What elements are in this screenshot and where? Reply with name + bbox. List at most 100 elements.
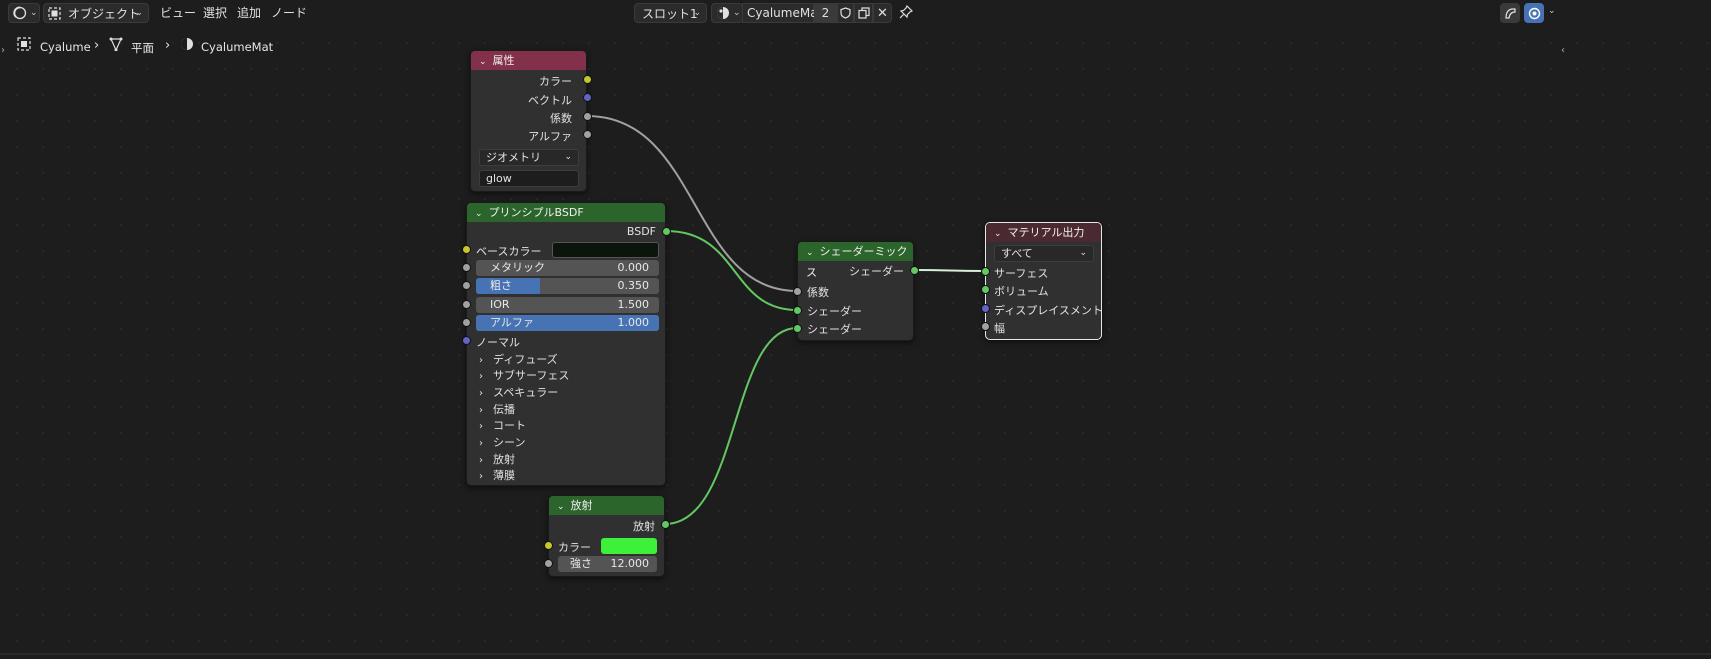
chevron-right-icon: › bbox=[479, 455, 483, 466]
slider-label: メタリック bbox=[490, 261, 545, 274]
strength-field[interactable]: 強さ 12.000 bbox=[558, 556, 657, 572]
chevron-right-icon: › bbox=[479, 371, 483, 382]
chevron-down-icon: ⌄ bbox=[564, 152, 572, 162]
chevron-down-icon[interactable]: ⌄ bbox=[475, 205, 483, 224]
socket-alpha-input[interactable] bbox=[462, 318, 471, 327]
link-emission bbox=[664, 327, 798, 525]
socket-displacement-input[interactable] bbox=[981, 304, 990, 313]
chevron-down-icon[interactable]: ⌄ bbox=[479, 53, 487, 72]
horizontal-scrollbar[interactable] bbox=[0, 653, 1711, 655]
panel-label: 伝播 bbox=[493, 403, 515, 416]
panel-emission[interactable]: › 放射 bbox=[479, 451, 515, 467]
panel-label: 放射 bbox=[493, 453, 515, 466]
panel-label: コート bbox=[493, 419, 526, 432]
socket-thickness-input[interactable] bbox=[981, 322, 990, 331]
chevron-down-icon: ⌄ bbox=[1079, 248, 1087, 258]
emission-color-swatch[interactable] bbox=[601, 538, 657, 554]
chevron-right-icon: › bbox=[479, 355, 483, 366]
chevron-right-icon: › bbox=[479, 421, 483, 432]
chevron-right-icon: › bbox=[479, 471, 483, 482]
output-label: アルファ bbox=[528, 130, 572, 143]
socket-metallic-input[interactable] bbox=[462, 263, 471, 272]
socket-mix-shader1-input[interactable] bbox=[793, 306, 802, 315]
material-output-node[interactable]: ⌄ マテリアル出力 すべて ⌄ サーフェス ボリューム ディスプレイスメント 幅 bbox=[985, 222, 1103, 340]
node-header[interactable]: ⌄ マテリアル出力 bbox=[986, 223, 1101, 242]
chevron-down-icon[interactable]: ⌄ bbox=[994, 225, 1002, 244]
principled-bsdf-node[interactable]: ⌄ プリンシプルBSDF BSDF ベースカラー メタリック 0.000 粗さ 0… bbox=[466, 202, 666, 486]
panel-thin-film[interactable]: › 薄膜 bbox=[479, 467, 515, 483]
socket-base-color-input[interactable] bbox=[462, 245, 471, 254]
socket-ior-input[interactable] bbox=[462, 300, 471, 309]
attribute-node[interactable]: ⌄ 属性 カラー ベクトル 係数 アルファ ジオメトリ ⌄ glow bbox=[470, 50, 587, 192]
shader-input-label: シェーダー bbox=[807, 305, 862, 318]
panel-label: ディフューズ bbox=[493, 353, 558, 366]
socket-color-output[interactable] bbox=[583, 75, 592, 84]
socket-roughness-input[interactable] bbox=[462, 281, 471, 290]
node-title: マテリアル出力 bbox=[1007, 226, 1085, 239]
node-title: 放射 bbox=[570, 499, 593, 512]
node-header[interactable]: ⌄ シェーダーミックス bbox=[798, 242, 913, 279]
output-label: カラー bbox=[539, 75, 572, 88]
slider-label: 粗さ bbox=[490, 279, 512, 292]
factor-input-label: 係数 bbox=[807, 286, 829, 299]
output-label: ベクトル bbox=[528, 94, 572, 107]
slider-value: 1.500 bbox=[617, 298, 650, 311]
node-header[interactable]: ⌄ 放射 bbox=[549, 496, 664, 515]
panel-specular[interactable]: › スペキュラー bbox=[479, 384, 558, 400]
slider-value: 0.350 bbox=[617, 279, 650, 292]
node-title: 属性 bbox=[492, 54, 515, 67]
metallic-slider[interactable]: メタリック 0.000 bbox=[476, 260, 659, 276]
socket-emission-color-input[interactable] bbox=[544, 541, 553, 550]
socket-strength-input[interactable] bbox=[544, 559, 553, 568]
socket-mix-factor-input[interactable] bbox=[793, 287, 802, 296]
bsdf-output-label: BSDF bbox=[626, 225, 656, 238]
socket-factor-output[interactable] bbox=[583, 112, 592, 121]
socket-bsdf-output[interactable] bbox=[662, 227, 671, 236]
displacement-input-label: ディスプレイスメント bbox=[994, 304, 1103, 317]
attribute-name-value: glow bbox=[486, 172, 512, 185]
panel-coat[interactable]: › コート bbox=[479, 417, 526, 433]
chevron-right-icon: › bbox=[479, 405, 483, 416]
thickness-input-label: 幅 bbox=[994, 322, 1005, 335]
chevron-right-icon: › bbox=[479, 388, 483, 399]
link-surface bbox=[913, 269, 986, 272]
panel-label: サブサーフェス bbox=[493, 369, 570, 382]
attribute-name-field[interactable]: glow bbox=[479, 170, 579, 187]
node-header[interactable]: ⌄ 属性 bbox=[471, 51, 586, 70]
panel-transmission[interactable]: › 伝播 bbox=[479, 401, 515, 417]
socket-emission-output[interactable] bbox=[661, 520, 670, 529]
ior-field[interactable]: IOR 1.500 bbox=[476, 297, 659, 313]
panel-subsurface[interactable]: › サブサーフェス bbox=[479, 367, 569, 383]
chevron-right-icon: › bbox=[479, 438, 483, 449]
field-label: 強さ bbox=[570, 557, 592, 570]
base-color-label: ベースカラー bbox=[476, 245, 542, 258]
panel-diffuse[interactable]: › ディフューズ bbox=[479, 351, 558, 367]
node-title: プリンシプルBSDF bbox=[488, 206, 584, 219]
output-label: 係数 bbox=[550, 112, 572, 125]
roughness-slider[interactable]: 粗さ 0.350 bbox=[476, 278, 659, 294]
socket-normal-input[interactable] bbox=[462, 336, 471, 345]
alpha-slider[interactable]: アルファ 1.000 bbox=[476, 315, 659, 331]
output-target-dropdown[interactable]: すべて ⌄ bbox=[994, 245, 1094, 262]
surface-input-label: サーフェス bbox=[994, 267, 1049, 280]
panel-label: スペキュラー bbox=[493, 386, 559, 399]
socket-vector-output[interactable] bbox=[583, 93, 592, 102]
panel-sheen[interactable]: › シーン bbox=[479, 434, 525, 450]
attribute-type-dropdown[interactable]: ジオメトリ ⌄ bbox=[479, 149, 579, 166]
emission-node[interactable]: ⌄ 放射 放射 カラー 強さ 12.000 bbox=[548, 495, 665, 577]
socket-alpha-output[interactable] bbox=[583, 130, 592, 139]
chevron-down-icon[interactable]: ⌄ bbox=[557, 498, 565, 517]
slider-label: アルファ bbox=[490, 316, 534, 329]
chevron-down-icon[interactable]: ⌄ bbox=[806, 244, 814, 263]
attribute-type-value: ジオメトリ bbox=[486, 151, 541, 164]
socket-mix-shader-output[interactable] bbox=[910, 266, 919, 275]
node-header[interactable]: ⌄ プリンシプルBSDF bbox=[467, 203, 665, 222]
base-color-swatch[interactable] bbox=[552, 242, 659, 258]
emission-output-label: 放射 bbox=[633, 520, 655, 533]
socket-volume-input[interactable] bbox=[981, 285, 990, 294]
socket-mix-shader2-input[interactable] bbox=[793, 324, 802, 333]
panel-label: シーン bbox=[493, 436, 526, 449]
mix-shader-node[interactable]: ⌄ シェーダーミックス シェーダー 係数 シェーダー シェーダー bbox=[797, 241, 914, 341]
emission-color-label: カラー bbox=[558, 541, 591, 554]
socket-surface-input[interactable] bbox=[981, 267, 990, 276]
